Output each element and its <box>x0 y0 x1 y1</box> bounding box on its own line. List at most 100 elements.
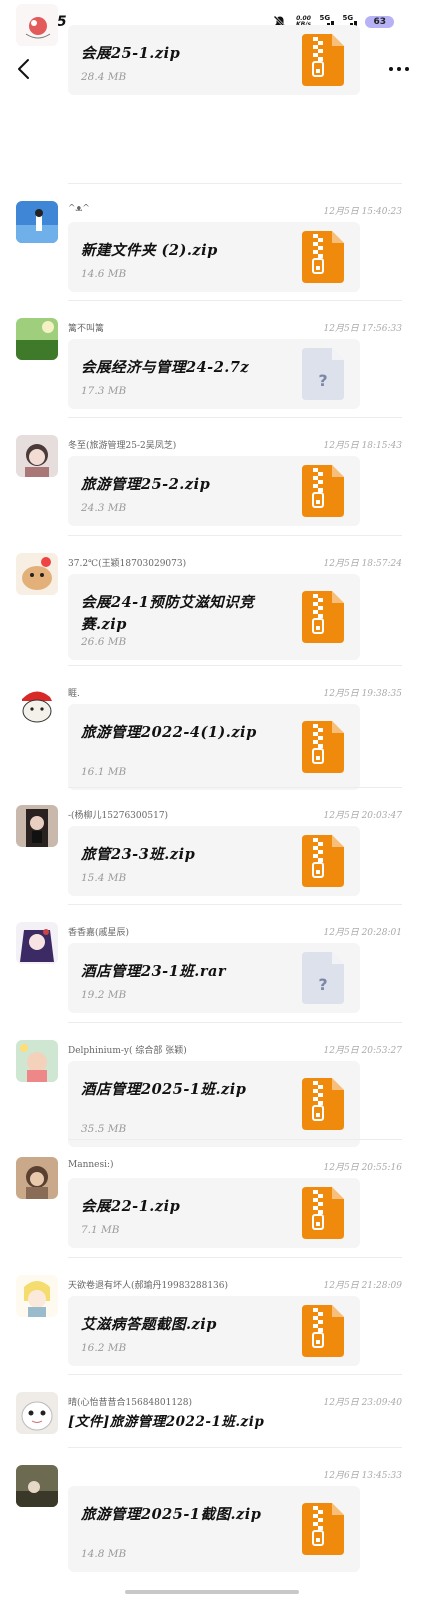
unknown-file-icon: ? <box>302 348 344 400</box>
sender-name: Delphinium-y( 综合部 张颖) <box>68 1046 187 1056</box>
divider <box>68 904 402 905</box>
file-size: 17.3 MB <box>81 385 127 397</box>
avatar[interactable] <box>16 1275 58 1317</box>
file-size: 16.2 MB <box>81 1342 127 1354</box>
svg-text:?: ? <box>318 371 327 390</box>
dot-icon <box>397 67 401 71</box>
message-time: 12月5日 19:38:35 <box>323 689 402 699</box>
message-text: [文件]旅游管理2022-1班.zip <box>68 1414 265 1430</box>
file-card[interactable]: 旅管23-3班.zip 15.4 MB <box>68 826 360 896</box>
avatar[interactable] <box>16 1157 58 1199</box>
file-card[interactable]: 酒店管理2025-1班.zip 35.5 MB <box>68 1061 360 1147</box>
divider <box>68 183 402 184</box>
message-time: 12月5日 18:57:24 <box>323 559 402 569</box>
file-size: 14.8 MB <box>81 1548 127 1560</box>
zip-file-icon <box>302 1503 344 1555</box>
avatar[interactable] <box>16 553 58 595</box>
file-card[interactable]: 酒店管理23-1班.rar 19.2 MB? <box>68 943 360 1013</box>
sender-name: ^ᴥ^ <box>68 204 90 214</box>
divider <box>68 417 402 418</box>
zip-file-icon <box>302 1305 344 1357</box>
file-name: 会展25-1.zip <box>81 45 181 62</box>
file-name: 艾滋病答题截图.zip <box>81 1316 217 1333</box>
divider <box>68 535 402 536</box>
message-time: 12月5日 17:56:33 <box>323 324 402 334</box>
zip-file-icon <box>302 1078 344 1130</box>
zip-file-icon <box>302 231 344 283</box>
svg-text:?: ? <box>318 975 327 994</box>
sender-name: 睚. <box>68 689 80 699</box>
unknown-file-icon: ? <box>302 952 344 1004</box>
file-name: 酒店管理2025-1班.zip <box>81 1081 247 1098</box>
avatar[interactable] <box>16 805 58 847</box>
file-size: 28.4 MB <box>81 71 127 83</box>
zip-file-icon <box>302 591 344 643</box>
file-name: 新建文件夹 (2).zip <box>81 242 218 259</box>
sender-name: Mannesi:) <box>68 1160 114 1170</box>
file-name: 酒店管理23-1班.rar <box>81 963 227 980</box>
file-size: 14.6 MB <box>81 268 127 280</box>
sender-name: 37.2℃(王颖18703029073) <box>68 559 187 569</box>
battery-indicator: 63 <box>365 16 394 28</box>
message-time: 12月5日 23:09:40 <box>323 1398 402 1408</box>
divider <box>68 1022 402 1023</box>
home-indicator[interactable] <box>125 1590 299 1594</box>
dot-icon <box>389 67 393 71</box>
zip-file-icon <box>302 1187 344 1239</box>
avatar[interactable] <box>16 1392 58 1434</box>
file-size: 15.4 MB <box>81 872 127 884</box>
file-card[interactable]: 会展25-1.zip 28.4 MB <box>68 25 360 95</box>
file-name: 会展22-1.zip <box>81 1198 181 1215</box>
avatar[interactable] <box>16 4 58 46</box>
sender-name: -(杨柳儿15276300517) <box>68 811 169 821</box>
file-card[interactable]: 艾滋病答题截图.zip 16.2 MB <box>68 1296 360 1366</box>
message-time: 12月6日 13:45:33 <box>323 1471 402 1481</box>
sender-name: 香香嘉(戚星辰) <box>68 928 130 938</box>
zip-file-icon <box>302 721 344 773</box>
file-card[interactable]: 旅游管理2022-4(1).zip 16.1 MB <box>68 704 360 790</box>
divider <box>68 1447 402 1448</box>
file-name: 旅游管理2022-4(1).zip <box>81 724 257 741</box>
message-time: 12月5日 20:03:47 <box>323 811 402 821</box>
file-card[interactable]: 旅游管理25-2.zip 24.3 MB <box>68 456 360 526</box>
avatar[interactable] <box>16 1040 58 1082</box>
file-card[interactable]: 会展经济与管理24-2.7z 17.3 MB? <box>68 339 360 409</box>
message-time: 12月5日 20:28:01 <box>323 928 402 938</box>
avatar[interactable] <box>16 201 58 243</box>
file-size: 7.1 MB <box>81 1224 120 1236</box>
message-time: 12月5日 15:40:23 <box>323 207 402 217</box>
more-options-button[interactable] <box>386 56 412 82</box>
file-size: 16.1 MB <box>81 766 127 778</box>
file-size: 24.3 MB <box>81 502 127 514</box>
avatar[interactable] <box>16 922 58 964</box>
avatar[interactable] <box>16 318 58 360</box>
file-card[interactable]: 新建文件夹 (2).zip 14.6 MB <box>68 222 360 292</box>
divider <box>68 787 402 788</box>
file-card[interactable]: 旅游管理2025-1截图.zip 14.8 MB <box>68 1486 360 1572</box>
avatar[interactable] <box>16 1465 58 1507</box>
sender-name: 篱不叫篱 <box>68 324 105 334</box>
avatar[interactable] <box>16 435 58 477</box>
divider <box>68 300 402 301</box>
divider <box>68 1257 402 1258</box>
file-name: 会展经济与管理24-2.7z <box>81 359 250 376</box>
message-time: 12月5日 20:55:16 <box>323 1163 402 1173</box>
file-card[interactable]: 会展24-1预防艾滋知识竞赛.zip 26.6 MB <box>68 574 360 660</box>
divider <box>68 1139 402 1140</box>
zip-file-icon <box>302 835 344 887</box>
avatar[interactable] <box>16 683 58 725</box>
file-size: 35.5 MB <box>81 1123 127 1135</box>
file-size: 26.6 MB <box>81 636 127 648</box>
sender-name: 冬至(旅游管理25-2吴凤芝) <box>68 441 177 451</box>
message-time: 12月5日 21:28:09 <box>323 1281 402 1291</box>
zip-file-icon <box>302 34 344 86</box>
divider <box>68 1374 402 1375</box>
file-size: 19.2 MB <box>81 989 127 1001</box>
sender-name: 晴(心怡昔昔合15684801128) <box>68 1398 193 1408</box>
file-card[interactable]: 会展22-1.zip 7.1 MB <box>68 1178 360 1248</box>
zip-file-icon <box>302 465 344 517</box>
message-time: 12月5日 20:53:27 <box>323 1046 402 1056</box>
message-time: 12月5日 18:15:43 <box>323 441 402 451</box>
dot-icon <box>405 67 409 71</box>
sender-name: 天欲卷退有坏人(郝瑜丹19983288136) <box>68 1281 229 1291</box>
